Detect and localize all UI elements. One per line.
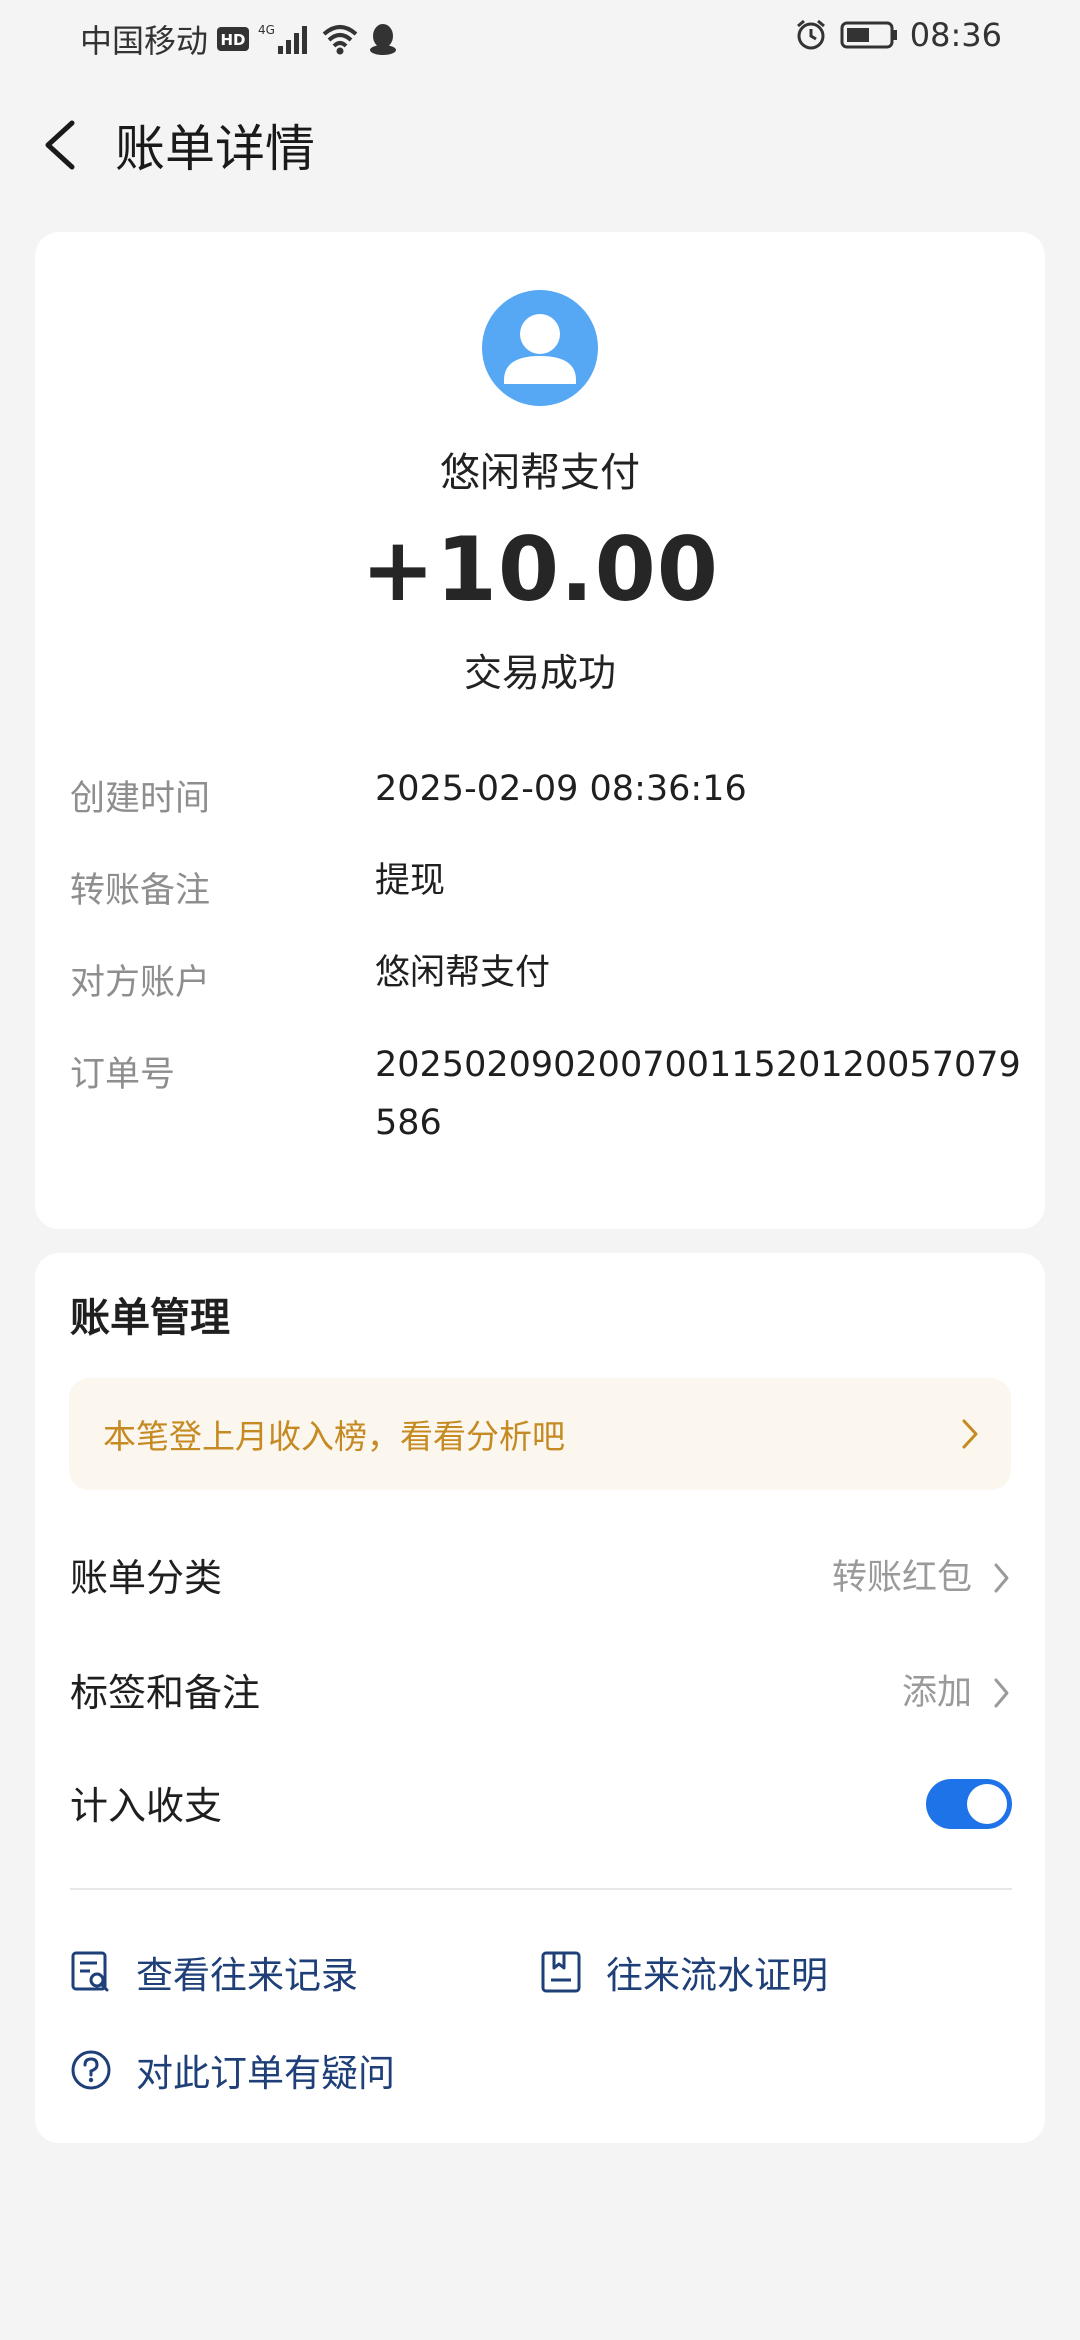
promo-text: 本笔登上月收入榜，看看分析吧 [103,1417,565,1456]
svg-text:4G: 4G [258,23,275,37]
alarm-icon [794,18,828,52]
chevron-right-icon [994,1563,1009,1593]
include-in-stats-row: 计入收支 [70,1763,1012,1843]
transaction-amount: +10.00 [360,518,720,621]
battery-icon [840,20,898,50]
tags-notes-label: 标签和备注 [70,1671,261,1715]
signal-icon: 4G [258,22,312,56]
page-header: 账单详情 [0,95,1080,195]
chevron-right-icon [994,1678,1009,1708]
divider [70,1888,1012,1890]
person-avatar-icon [482,290,598,406]
tags-notes-row[interactable]: 标签和备注 添加 [70,1650,1012,1730]
section-title: 账单管理 [70,1295,230,1341]
status-bar-right: 08:36 [794,16,1002,54]
view-records-label: 查看往来记录 [136,1954,358,1997]
order-question-label: 对此订单有疑问 [136,2052,395,2095]
tags-notes-value: 添加 [901,1673,972,1713]
status-bar-left: 中国移动 HD 4G [80,16,398,62]
bill-category-value: 转账红包 [831,1558,972,1598]
detail-label: 转账备注 [70,871,211,911]
qq-icon [368,22,398,56]
back-button[interactable] [36,113,96,177]
detail-value: 2025-02-09 08:36:16 [375,769,747,809]
bill-category-label: 账单分类 [70,1556,223,1600]
wifi-icon [320,22,360,56]
carrier-name: 中国移动 [80,22,209,60]
income-ranking-banner[interactable]: 本笔登上月收入榜，看看分析吧 [69,1378,1011,1490]
include-in-stats-label: 计入收支 [70,1784,223,1828]
detail-label: 订单号 [70,1055,176,1095]
statement-proof-label: 往来流水证明 [606,1954,828,1997]
detail-value: 提现 [375,861,446,901]
transaction-status: 交易成功 [463,651,616,695]
toggle-knob [967,1784,1007,1824]
include-in-stats-toggle[interactable] [926,1779,1012,1829]
detail-value: 悠闲帮支付 [375,953,551,993]
chevron-right-icon [962,1419,978,1449]
page-title: 账单详情 [115,120,315,178]
hd-badge-icon: HD [216,25,250,53]
records-search-icon [71,1951,109,1992]
statement-document-icon [541,1951,581,1993]
clock: 08:36 [909,16,1002,54]
transaction-card: 悠闲帮支付 +10.00 交易成功 创建时间 2025-02-09 08:36:… [35,232,1045,1229]
help-question-icon [71,2050,111,2090]
order-number-value[interactable]: 20250209020070011520120057079586 [375,1036,1035,1152]
svg-text:HD: HD [221,31,246,49]
detail-label: 对方账户 [70,963,211,1003]
detail-label: 创建时间 [70,779,211,819]
chevron-left-icon [45,120,75,170]
order-question-link[interactable]: 对此订单有疑问 [70,2043,395,2097]
view-records-link[interactable]: 查看往来记录 [70,1945,358,1999]
bill-category-row[interactable]: 账单分类 转账红包 [70,1535,1012,1615]
status-bar: 中国移动 HD 4G 08:36 [0,0,1080,72]
statement-proof-link[interactable]: 往来流水证明 [540,1945,828,1999]
bill-management-card: 账单管理 本笔登上月收入榜，看看分析吧 账单分类 转账红包 标签和备注 添加 计… [35,1253,1045,2143]
payer-name: 悠闲帮支付 [440,450,640,496]
